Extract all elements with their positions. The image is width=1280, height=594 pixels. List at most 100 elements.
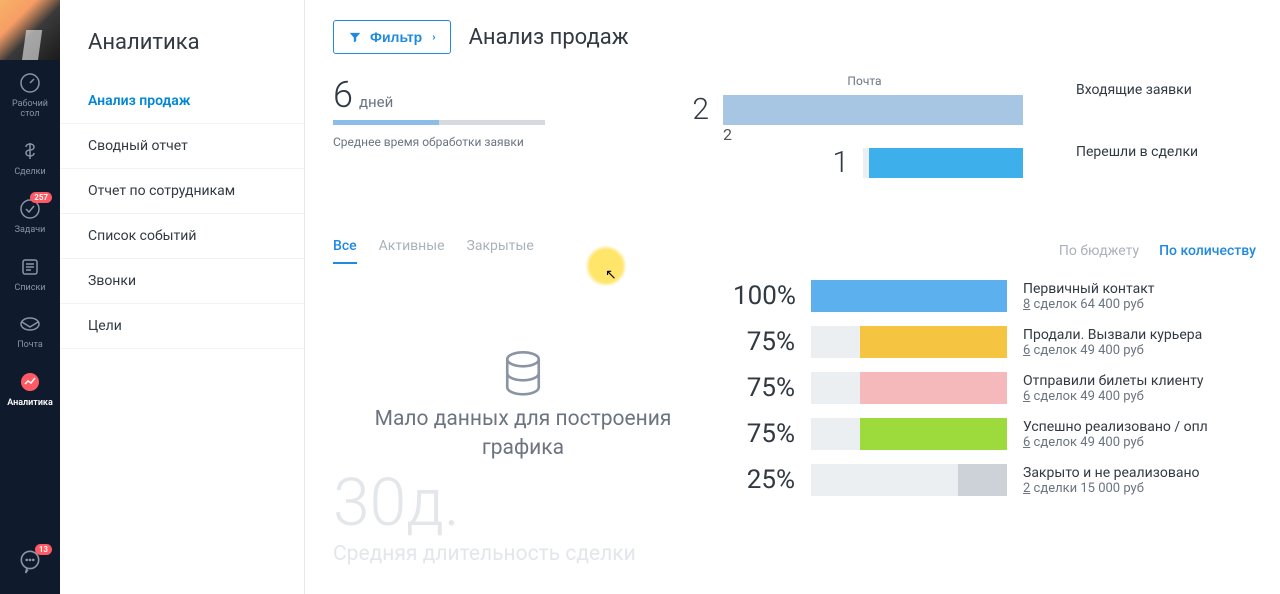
tab-by-budget[interactable]: По бюджету [1059,243,1139,259]
rail-label: Задачи [15,226,46,236]
rail-item-analytics[interactable]: Аналитика [0,359,60,417]
rail-label: Сделки [14,168,45,178]
tab-all[interactable]: Все [333,238,357,264]
stage-bar-wrap [811,280,1007,312]
funnel-bar-wrap: 2 [723,95,1023,125]
analytics-icon [17,369,43,395]
funnel-bar [723,95,1023,125]
funnel-row-converted: 1 [673,145,1056,180]
funnel-header: Почта [673,74,1056,88]
funnel-value: 2 [673,92,709,127]
stage-bar [811,280,1007,312]
duration-chart-placeholder: Мало данных для построения графика 30д. … [333,280,713,580]
stage-row: 75% Отправили билеты клиенту6 сделок 49 4… [733,372,1256,404]
funnel-bar-wrap [863,148,1023,178]
subnav-item-by-employee[interactable]: Отчет по сотрудникам [60,169,304,214]
analytics-subnav: Аналитика Анализ продаж Сводный отчет От… [60,0,305,594]
page-title: Анализ продаж [469,25,629,50]
chevron-right-icon: › [432,32,435,43]
stage-pct: 25% [733,465,795,495]
stage-info: Закрыто и не реализовано2 сделки 15 000 … [1023,465,1256,496]
rail-item-chat[interactable]: 13 [0,538,60,582]
tab-active[interactable]: Активные [379,238,445,264]
rail-item-lists[interactable]: Списки [0,244,60,302]
funnel-bar [869,148,1023,178]
dollar-icon [17,138,43,164]
rail-item-desktop[interactable]: Рабочийстол [0,60,60,128]
tabs-row: Все Активные Закрытые По бюджету По коли… [333,238,1256,264]
ghost-duration: 30д. [333,465,460,542]
avg-caption: Среднее время обработки заявки [333,135,633,149]
workspace-avatar[interactable] [0,0,60,60]
database-icon [502,350,544,404]
stage-bar [860,418,1007,450]
stage-list: 100% Первичный контакт8 сделок 64 400 руб… [733,280,1256,580]
rail-label: Аналитика [7,399,53,409]
avg-progress-track [333,120,545,125]
header-row: Фильтр › Анализ продаж [333,20,1256,54]
funnel-value: 1 [673,145,849,180]
rail-label: Почта [17,341,43,351]
stage-pct: 75% [733,327,795,357]
rail-item-tasks[interactable]: 257 Задачи [0,186,60,244]
stage-name: Закрыто и не реализовано [1023,465,1256,481]
subnav-title: Аналитика [60,0,304,79]
stage-info: Отправили билеты клиенту6 сделок 49 400 … [1023,373,1256,404]
rail-label: Списки [14,284,45,294]
subnav-item-sales-analysis[interactable]: Анализ продаж [60,79,304,124]
stage-bar [958,464,1007,496]
main-rail: Рабочийстол Сделки 257 Задачи Списки Поч… [0,0,60,594]
stage-name: Первичный контакт [1023,281,1256,297]
funnel-label-incoming: Входящие заявки [1076,82,1256,98]
avg-days-value: 6 [333,74,353,116]
tab-closed[interactable]: Закрытые [467,238,534,264]
stage-pct: 75% [733,419,795,449]
stage-pct: 75% [733,373,795,403]
stage-info: Первичный контакт8 сделок 64 400 руб [1023,281,1256,312]
stage-name: Успешно реализовано / опл [1023,419,1256,435]
stage-meta: 6 сделок 49 400 руб [1023,343,1256,358]
stage-row: 25% Закрыто и не реализовано2 сделки 15 0… [733,464,1256,496]
stage-row: 75% Успешно реализовано / опл6 сделок 49 … [733,418,1256,450]
ghost-caption: Средняя длительность сделки [333,542,636,566]
funnel-row-incoming: 2 2 [673,92,1056,127]
subnav-item-events[interactable]: Список событий [60,214,304,259]
filter-button[interactable]: Фильтр › [333,20,451,54]
main-content: Фильтр › Анализ продаж 6 дней Среднее вр… [305,0,1280,594]
stage-meta: 8 сделок 64 400 руб [1023,297,1256,312]
filter-label: Фильтр [370,29,422,45]
avg-days-unit: дней [359,93,393,111]
stage-bar-wrap [811,464,1007,496]
stage-name: Продали. Вызвали курьера [1023,327,1256,343]
list-icon [17,254,43,280]
rail-item-mail[interactable]: Почта [0,301,60,359]
stage-info: Продали. Вызвали курьера6 сделок 49 400 … [1023,327,1256,358]
metrics-row: 6 дней Среднее время обработки заявки По… [333,74,1256,198]
rail-item-deals[interactable]: Сделки [0,128,60,186]
stage-meta: 2 сделки 15 000 руб [1023,481,1256,496]
funnel-label-converted: Перешли в сделки [1076,144,1256,160]
status-tabs: Все Активные Закрытые [333,238,534,264]
stage-name: Отправили билеты клиенту [1023,373,1256,389]
stage-area: Мало данных для построения графика 30д. … [333,280,1256,580]
subnav-item-summary[interactable]: Сводный отчет [60,124,304,169]
avg-processing-metric: 6 дней Среднее время обработки заявки [333,74,633,198]
stage-bar [860,326,1007,358]
subnav-item-goals[interactable]: Цели [60,304,304,349]
funnel-icon [348,30,362,44]
stage-pct: 100% [733,281,795,311]
gauge-icon [17,70,43,96]
subnav-item-calls[interactable]: Звонки [60,259,304,304]
stage-meta: 6 сделок 49 400 руб [1023,435,1256,450]
stage-row: 100% Первичный контакт8 сделок 64 400 руб [733,280,1256,312]
stage-bar-wrap [811,418,1007,450]
stage-info: Успешно реализовано / опл6 сделок 49 400… [1023,419,1256,450]
funnel-labels: Входящие заявки Перешли в сделки [1076,74,1256,198]
avg-progress-fill [333,120,439,125]
tasks-badge: 257 [30,192,52,203]
mail-icon [17,311,43,337]
tab-by-count[interactable]: По количеству [1159,243,1256,259]
measure-tabs: По бюджету По количеству [1059,243,1256,259]
stage-bar-wrap [811,372,1007,404]
stage-row: 75% Продали. Вызвали курьера6 сделок 49 4… [733,326,1256,358]
